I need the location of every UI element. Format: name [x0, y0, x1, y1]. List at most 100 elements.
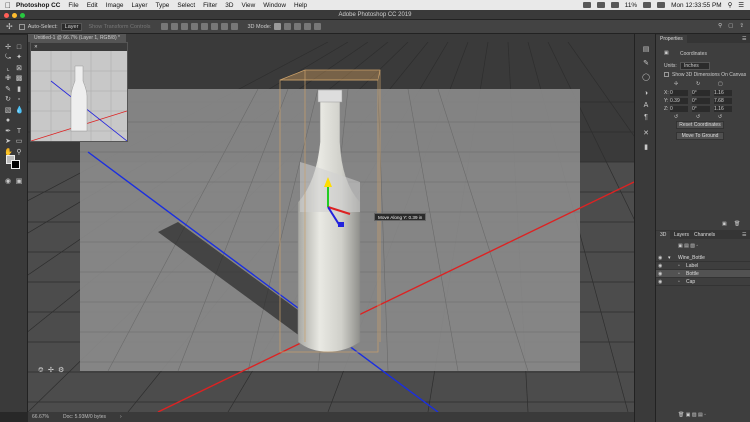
- history-panel-icon[interactable]: ▤: [642, 46, 650, 53]
- menu-edit[interactable]: Edit: [87, 2, 98, 9]
- character-panel-icon[interactable]: A: [642, 102, 650, 109]
- distribute-icon[interactable]: [220, 23, 228, 30]
- roll-3d-icon[interactable]: [284, 23, 292, 30]
- menu-select[interactable]: Select: [177, 2, 195, 9]
- workspace-icon[interactable]: ▢: [728, 23, 733, 29]
- brush-tool-icon[interactable]: ✎: [4, 86, 12, 93]
- menu-window[interactable]: Window: [263, 2, 286, 9]
- y-scale-field[interactable]: 7.68: [714, 98, 732, 104]
- tab-properties[interactable]: Properties: [656, 35, 687, 43]
- reset-scale-icon[interactable]: ↺: [718, 114, 722, 120]
- minimize-window-button[interactable]: [12, 12, 17, 18]
- canvas-area[interactable]: ⎊ ✢ ⚙ ✕ Move Along Y: 0.39 in ✕: [28, 42, 634, 412]
- stamp-tool-icon[interactable]: ▮: [15, 86, 23, 93]
- tools-panel-icon[interactable]: ✕: [642, 130, 650, 137]
- scene-item-label-mesh[interactable]: ◉ ▫ Label: [656, 262, 750, 270]
- z-rotation-field[interactable]: 0°: [692, 106, 710, 112]
- menu-3d[interactable]: 3D: [225, 2, 233, 9]
- spotlight-icon[interactable]: ⚲: [728, 1, 733, 9]
- libraries-icon[interactable]: ◯: [642, 74, 650, 81]
- menu-file[interactable]: File: [68, 2, 78, 9]
- frame-tool-icon[interactable]: ⊠: [15, 65, 23, 72]
- brush-settings-icon[interactable]: ✎: [642, 60, 650, 67]
- marquee-tool-icon[interactable]: □: [15, 44, 23, 51]
- show-3d-dims-checkbox[interactable]: [664, 72, 669, 77]
- scene-item-wine-bottle[interactable]: ◉ ▾ Wine_Bottle: [656, 254, 750, 262]
- crop-tool-icon[interactable]: ⌞: [4, 65, 12, 72]
- navigator-thumbnail[interactable]: ✕: [30, 42, 128, 142]
- zoom-tool-icon[interactable]: ⚲: [15, 149, 23, 156]
- flag-icon[interactable]: [657, 2, 666, 8]
- healing-tool-icon[interactable]: ▩: [15, 75, 23, 82]
- tab-channels[interactable]: Channels: [690, 231, 719, 239]
- z-position-field[interactable]: 0: [670, 106, 688, 112]
- 3d-filter-icons[interactable]: ▣ ▤ ▧ ◦: [678, 243, 698, 249]
- y-position-field[interactable]: 0.39: [670, 98, 688, 104]
- move-to-ground-button[interactable]: Move To Ground: [676, 132, 724, 140]
- history-brush-icon[interactable]: ↻: [4, 96, 12, 103]
- eye-icon[interactable]: ◉: [658, 262, 664, 270]
- reset-coordinates-button[interactable]: Reset Coordinates: [676, 121, 724, 129]
- menu-help[interactable]: Help: [294, 2, 307, 9]
- 3d-footer-icons[interactable]: 🗑 ▣ ▧ ▤ ◦: [678, 412, 706, 418]
- adjustments-icon[interactable]: ◑: [642, 90, 650, 97]
- document-tab[interactable]: Untitled-1 @ 66.7% (Layer 1, RGB/8) *: [28, 34, 126, 42]
- dropbox-icon[interactable]: [582, 2, 591, 8]
- share-icon[interactable]: ⇪: [739, 23, 744, 29]
- align-top-icon[interactable]: [190, 23, 198, 30]
- align-left-icon[interactable]: [160, 23, 168, 30]
- lasso-tool-icon[interactable]: ⤿: [4, 54, 12, 61]
- scene-item-cap[interactable]: ◉ ▫ Cap: [656, 278, 750, 286]
- y-rotation-field[interactable]: 0°: [692, 98, 710, 104]
- zoom-level[interactable]: 66.67%: [32, 412, 49, 422]
- clock[interactable]: Mon 12:33:55 PM: [671, 2, 721, 9]
- blur-tool-icon[interactable]: 💧: [15, 107, 24, 114]
- menu-view[interactable]: View: [241, 2, 255, 9]
- screen-mode-icon[interactable]: ▣: [15, 178, 23, 185]
- gradient-tool-icon[interactable]: ▧: [4, 107, 12, 114]
- search-icon[interactable]: ⚲: [718, 23, 722, 29]
- menu-list-icon[interactable]: ☰: [738, 1, 744, 9]
- show-transform-controls[interactable]: Show Transform Controls: [88, 24, 150, 30]
- auto-select-dropdown[interactable]: Layer: [60, 22, 83, 31]
- eye-icon[interactable]: ◉: [658, 270, 664, 278]
- properties-menu-icon[interactable]: ☰: [742, 36, 746, 42]
- cloud-icon[interactable]: [596, 2, 605, 8]
- path-select-tool-icon[interactable]: ➤: [4, 138, 12, 145]
- align-bottom-icon[interactable]: [210, 23, 218, 30]
- doc-info[interactable]: Doc: 5.93M/0 bytes: [63, 412, 106, 422]
- orbit-3d-icon[interactable]: [274, 23, 282, 30]
- properties-footer-icon[interactable]: ▣: [722, 221, 727, 227]
- paragraph-panel-icon[interactable]: ¶: [642, 114, 650, 121]
- app-menu[interactable]: Photoshop CC: [16, 2, 60, 9]
- eraser-tool-icon[interactable]: ▫: [15, 96, 23, 103]
- menu-layer[interactable]: Layer: [131, 2, 147, 9]
- scene-item-bottle[interactable]: ◉ ▫ Bottle: [656, 270, 750, 278]
- z-scale-field[interactable]: 1.16: [714, 106, 732, 112]
- eyedropper-tool-icon[interactable]: ✙: [4, 75, 12, 82]
- quick-select-tool-icon[interactable]: ✦: [15, 54, 23, 61]
- x-position-field[interactable]: 0: [670, 90, 688, 96]
- background-color-swatch[interactable]: [11, 160, 20, 169]
- align-middle-icon[interactable]: [200, 23, 208, 30]
- eye-icon[interactable]: ◉: [658, 278, 664, 286]
- reset-rotation-icon[interactable]: ↺: [696, 114, 700, 120]
- navigator-close-icon[interactable]: ✕: [34, 44, 38, 49]
- wifi-icon[interactable]: [610, 2, 619, 8]
- type-tool-icon[interactable]: T: [15, 128, 23, 135]
- eye-icon[interactable]: ◉: [658, 254, 664, 262]
- menu-filter[interactable]: Filter: [203, 2, 217, 9]
- align-right-icon[interactable]: [180, 23, 188, 30]
- drag-3d-icon[interactable]: [294, 23, 302, 30]
- units-dropdown[interactable]: Inches: [680, 62, 710, 70]
- scale-3d-icon[interactable]: [314, 23, 322, 30]
- tab-3d[interactable]: 3D: [656, 231, 671, 239]
- x-rotation-field[interactable]: 0°: [692, 90, 710, 96]
- reset-position-icon[interactable]: ↺: [674, 114, 678, 120]
- menu-type[interactable]: Type: [155, 2, 169, 9]
- move-tool-icon[interactable]: ✢: [6, 22, 13, 31]
- auto-select-checkbox[interactable]: [18, 23, 25, 30]
- x-scale-field[interactable]: 1.16: [714, 90, 732, 96]
- slide-3d-icon[interactable]: [304, 23, 312, 30]
- align-center-icon[interactable]: [170, 23, 178, 30]
